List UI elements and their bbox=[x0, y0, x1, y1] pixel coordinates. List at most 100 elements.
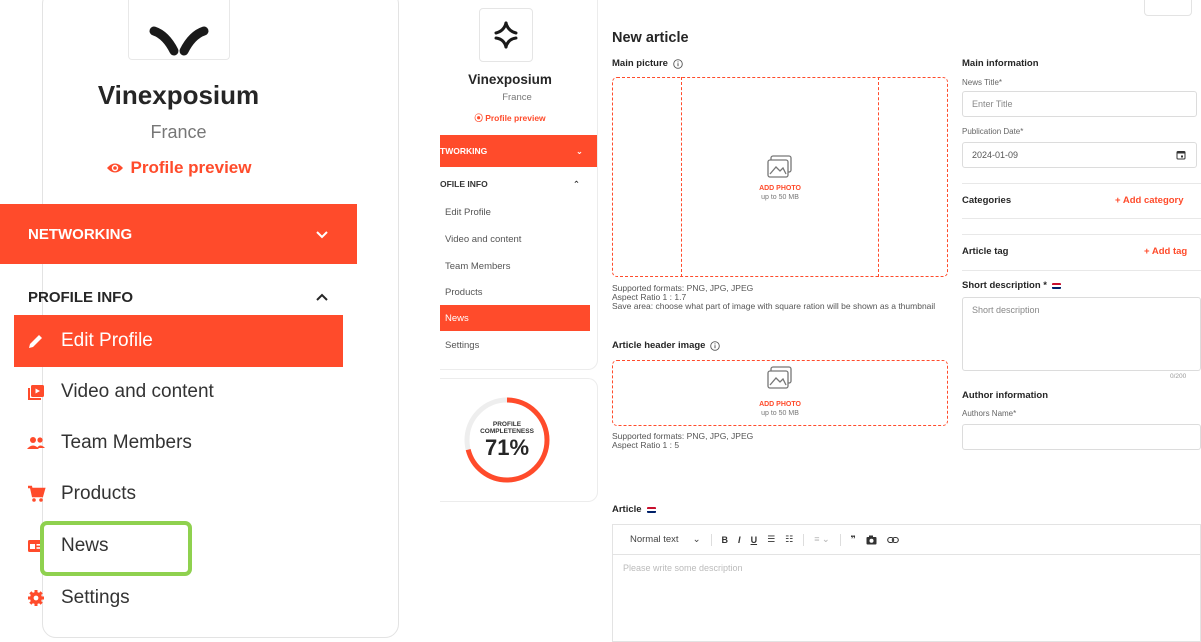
text-style-select[interactable]: Normal text ⌄ bbox=[630, 534, 701, 545]
info-icon[interactable] bbox=[673, 58, 683, 69]
networking-section-toggle-small[interactable]: TWORKING ⌄ bbox=[440, 135, 597, 167]
sidebar-item-label: Video and content bbox=[61, 381, 214, 402]
eye-icon bbox=[106, 163, 123, 173]
profile-info-label: PROFILE INFO bbox=[28, 288, 133, 306]
networking-section-toggle[interactable]: NETWORKING bbox=[0, 204, 357, 264]
image-icon bbox=[767, 155, 792, 178]
toolbar-separator bbox=[839, 533, 841, 546]
main-picture-upload-text: ADD PHOTO up to 50 MB bbox=[730, 184, 830, 202]
company-country: France bbox=[150, 122, 207, 142]
toolbar-separator bbox=[803, 533, 805, 546]
bullet-list-icon[interactable]: ☰ bbox=[767, 534, 775, 545]
main-information-heading: Main information bbox=[962, 58, 1039, 69]
profile-info-section-toggle[interactable]: PROFILE INFO bbox=[0, 277, 357, 317]
toolbar-separator bbox=[710, 533, 712, 546]
sidebar-item-products-small[interactable]: Products bbox=[440, 279, 590, 305]
short-description-label: Short description * bbox=[962, 280, 1061, 291]
profile-preview-label: Profile preview bbox=[485, 113, 546, 123]
divider bbox=[962, 183, 1201, 184]
news-title-input[interactable]: Enter Title bbox=[962, 91, 1197, 117]
short-description-counter: 0/200 bbox=[1170, 373, 1187, 380]
quote-icon[interactable]: ❞ bbox=[851, 534, 856, 545]
top-right-button[interactable] bbox=[1144, 0, 1192, 16]
sidebar-item-team-members-small[interactable]: Team Members bbox=[440, 253, 590, 279]
short-description-placeholder: Short description bbox=[972, 305, 1040, 315]
header-image-info: Supported formats: PNG, JPG, JPEG Aspect… bbox=[612, 432, 948, 450]
people-icon bbox=[27, 437, 45, 449]
bold-icon[interactable]: B bbox=[722, 535, 729, 545]
sidebar-item-label: Settings bbox=[61, 587, 130, 608]
chevron-down-icon: ⌄ bbox=[575, 145, 583, 156]
sidebar-item-products[interactable]: Products bbox=[14, 468, 343, 520]
publication-date-label: Publication Date* bbox=[962, 127, 1024, 136]
article-label: Article bbox=[612, 504, 656, 515]
sidebar-item-edit-profile[interactable]: Edit Profile bbox=[14, 315, 343, 367]
main-picture-info: Supported formats: PNG, JPG, JPEG Aspect… bbox=[612, 284, 948, 311]
authors-name-input[interactable] bbox=[962, 424, 1201, 450]
add-photo-label: ADD PHOTO bbox=[759, 401, 801, 408]
sidebar-item-settings-small[interactable]: Settings bbox=[440, 332, 590, 358]
news-highlight-box bbox=[40, 521, 192, 576]
divider bbox=[962, 270, 1201, 271]
company-name-small: Vinexposium bbox=[468, 72, 552, 87]
sidebar-item-team-members[interactable]: Team Members bbox=[14, 417, 343, 469]
add-photo-label: ADD PHOTO bbox=[759, 185, 801, 192]
article-label-text: Article bbox=[612, 504, 642, 515]
cart-icon bbox=[28, 485, 46, 502]
sidebar-item-video-and-content[interactable]: Video and content bbox=[14, 366, 343, 418]
info-icon[interactable] bbox=[710, 340, 721, 351]
completeness-value: 71% bbox=[484, 435, 530, 460]
size-limit-label: up to 50 MB bbox=[761, 194, 799, 201]
main-picture-label-text: Main picture bbox=[612, 58, 668, 69]
page-title: New article bbox=[612, 30, 689, 46]
camera-icon[interactable] bbox=[866, 535, 877, 545]
sidebar-item-label: Edit Profile bbox=[61, 330, 153, 351]
eye-icon: ⦿ bbox=[474, 113, 486, 123]
chevron-down-icon: ⌄ bbox=[692, 534, 701, 545]
sidebar-item-video-and-content-small[interactable]: Video and content bbox=[440, 226, 590, 252]
categories-label: Categories bbox=[962, 195, 1012, 206]
divider bbox=[962, 234, 1201, 235]
sidebar-item-edit-profile-small[interactable]: Edit Profile bbox=[440, 199, 590, 225]
add-category-button[interactable]: + Add category bbox=[1115, 195, 1184, 206]
sidebar-item-settings[interactable]: Settings bbox=[14, 572, 343, 624]
news-title-label: News Title* bbox=[962, 78, 1003, 87]
add-tag-button[interactable]: + Add tag bbox=[1144, 246, 1187, 257]
chevron-up-icon bbox=[316, 293, 328, 301]
profile-preview-link[interactable]: Profile preview bbox=[0, 158, 357, 178]
company-name: Vinexposium bbox=[97, 80, 260, 110]
gear-icon bbox=[28, 590, 44, 606]
align-icon[interactable]: ≡ ⌄ bbox=[814, 534, 829, 545]
short-description-textarea[interactable]: Short description bbox=[962, 297, 1201, 371]
author-information-heading: Author information bbox=[962, 390, 1049, 401]
chevron-up-icon: ⌃ bbox=[572, 178, 580, 189]
sidebar-item-news-small[interactable]: News bbox=[440, 305, 590, 331]
logo-mark-icon bbox=[149, 26, 209, 56]
publication-date-input[interactable]: 2024-01-09 bbox=[962, 142, 1197, 168]
article-editor-placeholder: Please write some description bbox=[623, 563, 743, 573]
editor-toolbar: Normal text ⌄ B I U ☰ ☷ ≡ ⌄ ❞ bbox=[612, 524, 1201, 554]
calendar-icon[interactable] bbox=[1176, 150, 1186, 160]
article-editor[interactable]: Please write some description bbox=[612, 554, 1201, 642]
profile-preview-link-small[interactable]: ⦿ Profile preview bbox=[440, 112, 580, 124]
underline-icon[interactable]: U bbox=[751, 535, 758, 545]
short-description-label-text: Short description * bbox=[962, 280, 1047, 291]
italic-icon[interactable]: I bbox=[738, 535, 741, 545]
numbered-list-icon[interactable]: ☷ bbox=[785, 534, 793, 545]
networking-label: TWORKING bbox=[440, 146, 488, 156]
image-icon bbox=[767, 366, 792, 389]
profile-preview-label: Profile preview bbox=[130, 158, 252, 177]
completeness-label: PROFILE COMPLETENESS bbox=[462, 421, 552, 435]
link-icon[interactable] bbox=[886, 536, 899, 544]
company-logo bbox=[128, 0, 230, 60]
logo-mark-icon bbox=[494, 21, 518, 49]
authors-name-label: Authors Name* bbox=[962, 409, 1017, 418]
profile-info-section-toggle-small[interactable]: OFILE INFO ⌃ bbox=[440, 175, 590, 193]
pencil-icon bbox=[29, 335, 42, 348]
header-image-upload-text: ADD PHOTO up to 50 MB bbox=[730, 400, 830, 418]
sidebar-item-label: Team Members bbox=[61, 432, 192, 453]
main-picture-label: Main picture bbox=[612, 58, 683, 69]
news-title-placeholder: Enter Title bbox=[972, 99, 1013, 109]
networking-label: NETWORKING bbox=[28, 225, 133, 243]
publication-date-value: 2024-01-09 bbox=[972, 150, 1019, 160]
